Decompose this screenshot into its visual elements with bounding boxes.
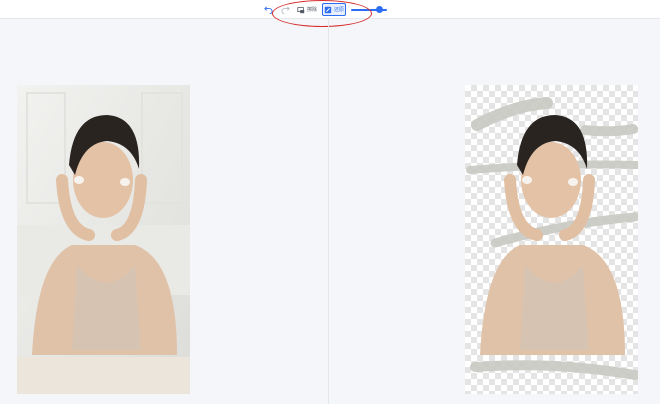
eraser-icon [297, 6, 305, 13]
result-image-canvas[interactable] [465, 85, 638, 394]
slider-thumb[interactable] [375, 6, 383, 13]
brush-size-slider[interactable] [351, 6, 387, 14]
undo-icon [263, 6, 272, 14]
panel-divider [328, 19, 329, 404]
brush-restore-icon [324, 6, 332, 13]
original-image [17, 85, 190, 394]
original-image-canvas[interactable] [17, 85, 190, 394]
undo-button[interactable] [262, 3, 274, 16]
erase-tool-button[interactable]: 擦除 [295, 3, 319, 16]
restore-label: 还原 [333, 6, 344, 13]
restore-tool-button[interactable]: 还原 [322, 3, 346, 16]
result-image [466, 97, 638, 380]
editor-toolbar: 擦除 还原 [0, 0, 660, 19]
redo-button[interactable] [279, 3, 291, 16]
erase-label: 擦除 [306, 6, 317, 13]
redo-icon [281, 6, 290, 14]
